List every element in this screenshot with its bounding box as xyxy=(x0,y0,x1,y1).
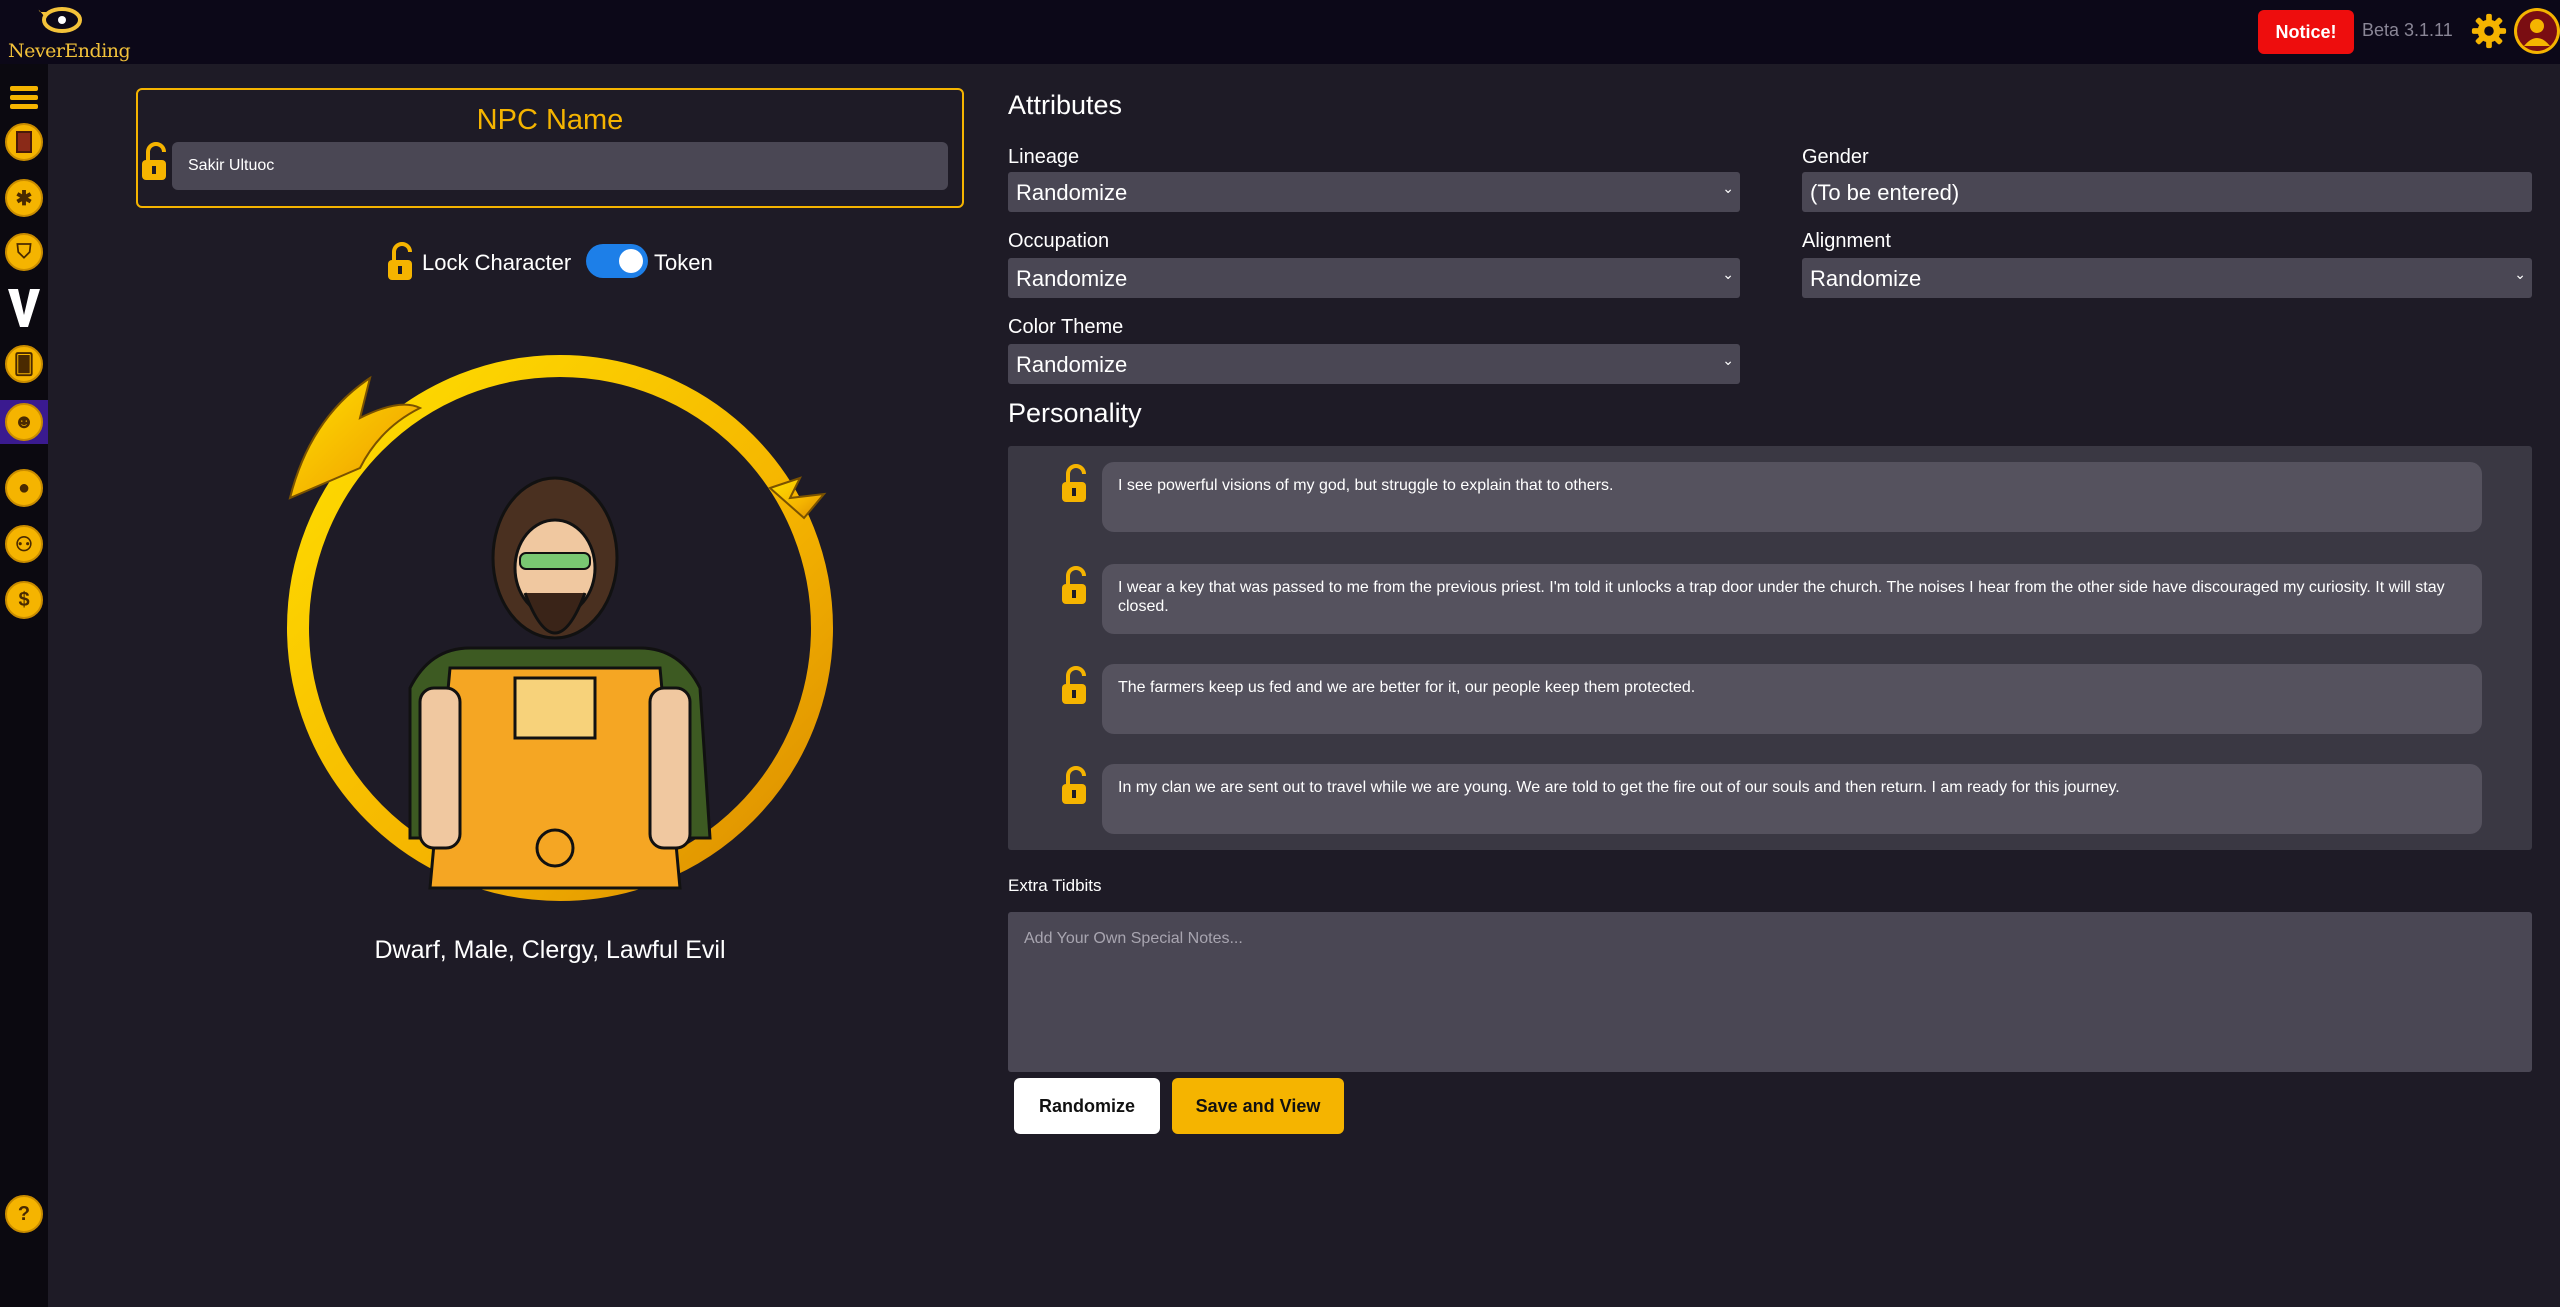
trait-textarea[interactable]: The farmers keep us fed and we are bette… xyxy=(1102,664,2482,734)
dwarf-figure xyxy=(408,476,712,890)
alignment-select[interactable]: Randomize ⌄ xyxy=(1802,258,2532,298)
npc-icon: ☻ xyxy=(5,403,43,441)
sidebar-item-party[interactable]: ⚇ xyxy=(4,522,44,566)
npc-name-panel: NPC Name xyxy=(136,88,964,208)
lineage-value: Randomize xyxy=(1016,180,1128,205)
lock-token-row: Lock Character Token xyxy=(384,238,724,284)
dragon-logo-icon xyxy=(38,7,82,33)
npc-token-portrait xyxy=(287,355,833,901)
npc-name-input[interactable] xyxy=(172,142,948,190)
extra-tidbits-label: Extra Tidbits xyxy=(1008,876,1102,895)
unlocked-lock-icon[interactable] xyxy=(1058,464,1092,504)
trait-textarea[interactable]: In my clan we are sent out to travel whi… xyxy=(1102,764,2482,834)
sidebar-item-body[interactable]: ✱ xyxy=(4,176,44,220)
color-theme-label: Color Theme xyxy=(1008,316,1124,338)
sidebar-item-help[interactable]: ? xyxy=(4,1192,44,1236)
sidebar-item-character[interactable]: ● xyxy=(4,466,44,510)
chevron-down-icon: ⌄ xyxy=(1722,180,1734,196)
occupation-label: Occupation xyxy=(1008,230,1110,252)
book-icon xyxy=(5,123,43,161)
gear-icon[interactable] xyxy=(2470,12,2508,50)
npc-summary: Dwarf, Male, Clergy, Lawful Evil xyxy=(374,936,726,964)
vitruvian-icon: ✱ xyxy=(5,179,43,217)
lineage-label: Lineage xyxy=(1008,146,1080,168)
alignment-label: Alignment xyxy=(1802,230,1891,252)
version-label: Beta 3.1.11 xyxy=(2362,20,2453,40)
token-toggle[interactable] xyxy=(586,244,648,278)
sidebar-item-coin[interactable]: $ xyxy=(4,578,44,622)
chevron-down-icon: ⌄ xyxy=(1722,352,1734,368)
color-theme-select[interactable]: Randomize ⌄ xyxy=(1008,344,1740,384)
top-bar: NeverEnding Notice! Beta 3.1.11 xyxy=(0,0,2560,64)
shield-icon: ⛉ xyxy=(5,233,43,271)
gender-input[interactable]: (To be entered) xyxy=(1802,172,2532,212)
gender-value: (To be entered) xyxy=(1810,180,1960,205)
chevron-down-icon: ⌄ xyxy=(1722,266,1734,282)
trait-row: I see powerful visions of my god, but st… xyxy=(1058,462,2482,532)
chevron-down-icon: ⌄ xyxy=(2514,266,2526,282)
lineage-select[interactable]: Randomize ⌄ xyxy=(1008,172,1740,212)
trait-row: I wear a key that was passed to me from … xyxy=(1058,564,2482,634)
color-theme-value: Randomize xyxy=(1016,352,1128,377)
menu-button[interactable] xyxy=(4,76,44,120)
sidebar: ✱ ⛉ 🂠 ☻ ● ⚇ $ ? xyxy=(0,64,48,1307)
notice-button[interactable]: Notice! xyxy=(2258,10,2354,54)
occupation-value: Randomize xyxy=(1016,266,1128,291)
sidebar-item-shield[interactable]: ⛉ xyxy=(4,230,44,274)
versus-icon xyxy=(8,289,40,327)
trait-row: The farmers keep us fed and we are bette… xyxy=(1058,664,2482,734)
group-icon: ⚇ xyxy=(5,525,43,563)
unlocked-lock-icon[interactable] xyxy=(1058,666,1092,706)
toggle-knob xyxy=(619,249,643,273)
trait-row: In my clan we are sent out to travel whi… xyxy=(1058,764,2482,834)
alignment-value: Randomize xyxy=(1810,266,1922,291)
occupation-select[interactable]: Randomize ⌄ xyxy=(1008,258,1740,298)
logo-text: NeverEnding xyxy=(8,40,131,62)
unlocked-lock-icon[interactable] xyxy=(1058,566,1092,606)
unlocked-lock-icon[interactable] xyxy=(138,142,172,182)
cards-icon: 🂠 xyxy=(5,345,43,383)
person-icon: ● xyxy=(5,469,43,507)
sidebar-item-npc[interactable]: ☻ xyxy=(0,400,48,444)
lock-character-label: Lock Character xyxy=(422,250,572,275)
token-label: Token xyxy=(654,250,713,275)
gender-label: Gender xyxy=(1802,146,1869,168)
coin-icon: $ xyxy=(5,581,43,619)
sidebar-item-cards[interactable]: 🂠 xyxy=(4,342,44,386)
hamburger-icon xyxy=(10,86,38,109)
user-avatar[interactable] xyxy=(2514,8,2560,54)
unlocked-lock-icon[interactable] xyxy=(1058,766,1092,806)
trait-textarea[interactable]: I see powerful visions of my god, but st… xyxy=(1102,462,2482,532)
notes-textarea[interactable]: Add Your Own Special Notes... xyxy=(1008,912,2532,1072)
help-icon: ? xyxy=(5,1195,43,1233)
randomize-button[interactable]: Randomize xyxy=(1014,1078,1160,1134)
unlocked-lock-icon[interactable] xyxy=(384,242,418,282)
sidebar-item-book[interactable] xyxy=(4,120,44,164)
save-and-view-button[interactable]: Save and View xyxy=(1172,1078,1344,1134)
trait-textarea[interactable]: I wear a key that was passed to me from … xyxy=(1102,564,2482,634)
sidebar-item-versus[interactable] xyxy=(4,286,44,330)
user-icon xyxy=(2517,11,2557,51)
npc-name-title: NPC Name xyxy=(476,104,624,136)
app-logo[interactable]: NeverEnding xyxy=(4,4,131,62)
personality-panel: I see powerful visions of my god, but st… xyxy=(1008,446,2532,850)
personality-title: Personality xyxy=(1008,398,1142,428)
attributes-title: Attributes xyxy=(1008,90,1123,120)
